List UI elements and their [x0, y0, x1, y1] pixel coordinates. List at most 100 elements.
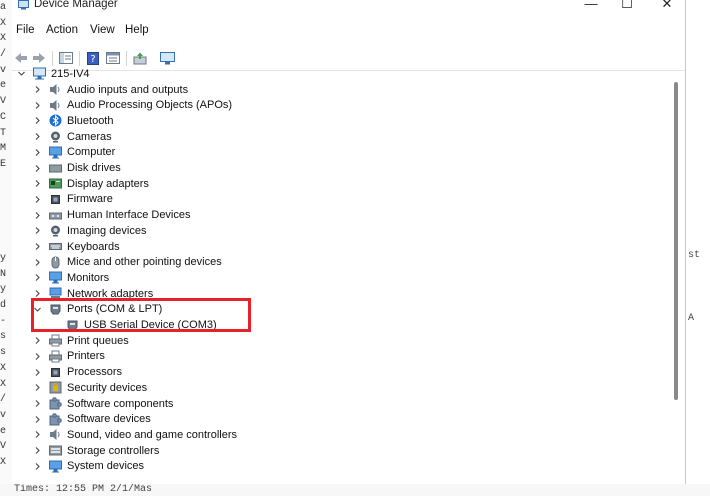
chevron-right-icon[interactable] — [32, 351, 42, 361]
chevron-right-icon[interactable] — [32, 194, 42, 204]
background-text: a — [0, 2, 7, 13]
chevron-right-icon[interactable] — [32, 116, 42, 126]
background-text: st — [688, 250, 701, 261]
menu-file[interactable]: File — [16, 24, 35, 36]
chevron-right-icon[interactable] — [32, 100, 42, 110]
tree-item-label: Processors — [67, 366, 123, 379]
tree-item-label: Audio inputs and outputs — [67, 83, 189, 96]
chip-icon — [49, 366, 62, 379]
background-text — [0, 188, 12, 204]
computer-root-icon — [33, 67, 46, 80]
tree-item-category[interactable]: Audio inputs and outputs — [32, 82, 188, 98]
background-text: v — [0, 409, 7, 421]
background-text: T — [0, 127, 7, 139]
background-text: / — [0, 394, 7, 406]
background-window-right: st A — [686, 0, 710, 496]
tree-item-category[interactable]: System devices — [32, 459, 144, 475]
background-text — [0, 173, 12, 189]
chevron-right-icon[interactable] — [32, 414, 42, 424]
tree-item-label: Imaging devices — [67, 224, 147, 237]
title-bar[interactable]: Device Manager — ☐ ✕ — [12, 0, 685, 14]
tree-item-label: Display adapters — [67, 177, 149, 190]
tree-item-category[interactable]: Printers — [32, 349, 105, 365]
background-text: C — [0, 111, 7, 123]
menu-view[interactable]: View — [90, 24, 115, 36]
background-text — [0, 204, 12, 220]
chevron-down-icon[interactable] — [16, 69, 26, 79]
tree-item-label: Print queues — [67, 334, 129, 347]
chevron-right-icon[interactable] — [32, 461, 42, 471]
chevron-right-icon[interactable] — [32, 383, 42, 393]
chevron-right-icon[interactable] — [32, 242, 42, 252]
background-text: N — [0, 268, 7, 280]
background-text: y — [0, 284, 7, 296]
menu-action[interactable]: Action — [46, 24, 78, 36]
chip-icon — [49, 193, 62, 206]
background-text: V — [0, 441, 7, 453]
background-text: s — [0, 347, 7, 359]
tree-item-category[interactable]: Disk drives — [32, 160, 121, 176]
background-terminal-bottom: Times: 12:55 PM 2/1/Mas — [0, 484, 710, 496]
disk-drive-icon — [49, 162, 62, 175]
tree-item-category[interactable]: Imaging devices — [32, 223, 147, 239]
vertical-scrollbar[interactable] — [674, 82, 678, 400]
chevron-right-icon[interactable] — [32, 226, 42, 236]
menu-help[interactable]: Help — [125, 24, 149, 36]
tree-item-label: Storage controllers — [67, 444, 160, 457]
device-manager-app-icon — [18, 0, 29, 10]
chevron-right-icon[interactable] — [32, 367, 42, 377]
bluetooth-icon — [49, 114, 62, 127]
tree-item-label: Sound, video and game controllers — [67, 428, 237, 441]
background-text: E — [0, 158, 7, 170]
tree-root-computer[interactable]: 215-IV4 — [16, 66, 90, 82]
tree-item-category[interactable]: Software components — [32, 396, 173, 412]
chevron-right-icon[interactable] — [32, 147, 42, 157]
menu-bar: File Action View Help — [12, 22, 685, 42]
svg-text:?: ? — [90, 54, 95, 65]
tree-item-category[interactable]: Audio Processing Objects (APOs) — [32, 97, 232, 113]
device-manager-window: Device Manager — ☐ ✕ File Action View He… — [12, 0, 686, 484]
close-button[interactable]: ✕ — [644, 0, 685, 14]
tree-item-category[interactable]: Print queues — [32, 333, 129, 349]
background-terminal: a X X / v e V C T M Ey Ny d - s s X X / v e V X — [0, 0, 12, 496]
chevron-right-icon[interactable] — [32, 446, 42, 456]
tree-item-label: Computer — [67, 146, 116, 159]
tree-item-category[interactable]: Security devices — [32, 380, 147, 396]
tree-item-category[interactable]: Human Interface Devices — [32, 207, 191, 223]
tree-item-category[interactable]: Monitors — [32, 270, 109, 286]
hid-icon — [49, 209, 62, 222]
chevron-right-icon[interactable] — [32, 257, 42, 267]
chevron-right-icon[interactable] — [32, 210, 42, 220]
tree-item-label: Human Interface Devices — [67, 209, 191, 222]
tree-item-category[interactable]: Cameras — [32, 129, 112, 145]
chevron-right-icon[interactable] — [32, 132, 42, 142]
mouse-icon — [49, 256, 62, 269]
background-text — [0, 220, 12, 236]
keyboard-icon — [49, 240, 62, 253]
chevron-right-icon[interactable] — [32, 85, 42, 95]
tree-item-category[interactable]: Bluetooth — [32, 113, 113, 129]
tree-item-category[interactable]: Firmware — [32, 192, 113, 208]
background-text: s — [0, 331, 7, 343]
background-text: e — [0, 80, 7, 92]
chevron-right-icon[interactable] — [32, 399, 42, 409]
tree-item-category[interactable]: Computer — [32, 145, 115, 161]
tree-item-category[interactable]: Processors — [32, 364, 122, 380]
chevron-right-icon[interactable] — [32, 273, 42, 283]
background-text: y — [0, 253, 7, 264]
tree-item-category[interactable]: Software devices — [32, 411, 151, 427]
background-text: - — [0, 315, 7, 327]
tree-item-category[interactable]: Keyboards — [32, 239, 120, 255]
tree-item-category[interactable]: Storage controllers — [32, 443, 159, 459]
chevron-right-icon[interactable] — [32, 179, 42, 189]
storage-icon — [49, 444, 62, 457]
chevron-right-icon[interactable] — [32, 163, 42, 173]
tree-item-label: 215-IV4 — [51, 67, 90, 80]
tree-item-category[interactable]: Sound, video and game controllers — [32, 427, 237, 443]
background-text: X — [0, 33, 7, 45]
tree-item-category[interactable]: Mice and other pointing devices — [32, 254, 222, 270]
tree-item-category[interactable]: Display adapters — [32, 176, 149, 192]
background-text: X — [0, 456, 7, 468]
chevron-right-icon[interactable] — [32, 430, 42, 440]
chevron-right-icon[interactable] — [32, 336, 42, 346]
